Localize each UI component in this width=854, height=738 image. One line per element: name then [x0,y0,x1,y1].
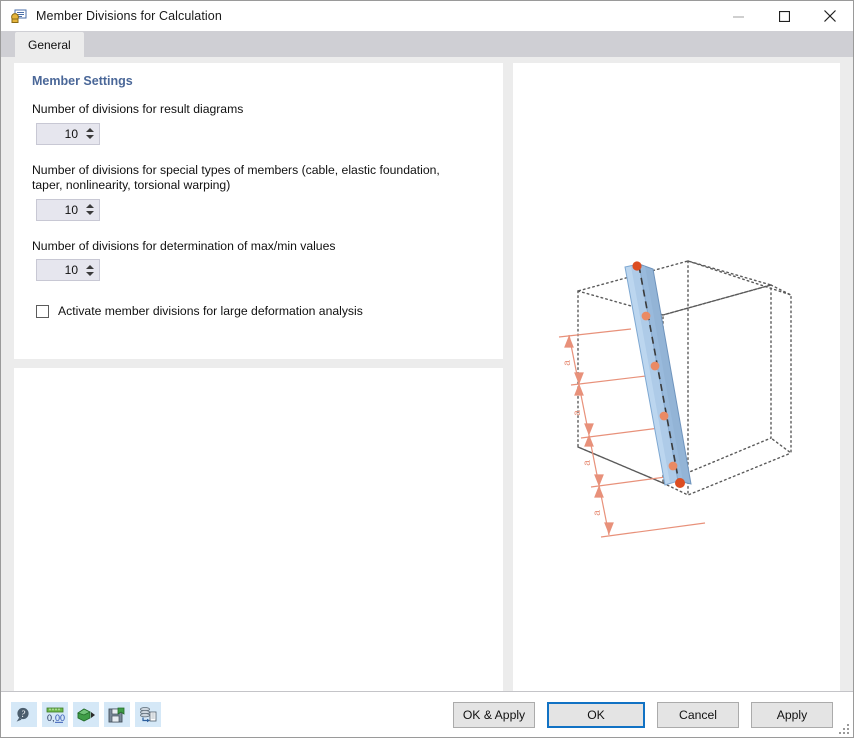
dimension-label-a-2: a [572,410,583,416]
field-result-diagrams-label: Number of divisions for result diagrams [32,102,244,116]
divisions-maxmin-value[interactable]: 10 [37,260,84,280]
resize-grip-icon[interactable] [839,724,850,735]
decimal-places-icon[interactable]: 0, 00 [42,702,68,727]
tab-general-label: General [28,37,71,52]
cancel-button[interactable]: Cancel [657,701,739,728]
field-maxmin-values-label: Number of divisions for determination of… [32,238,336,253]
stepper-up-icon[interactable] [86,264,94,269]
comment-panel [14,368,503,691]
dimension-label-a-3: a [582,460,593,466]
stepper-down-icon[interactable] [86,211,94,215]
member-divisions-icon [11,8,27,24]
stepper-arrows [84,260,99,280]
field-special-members-label: Number of divisions for special types of… [32,162,440,193]
dimension-label-a-4: a [592,510,603,516]
tab-strip: General [1,31,853,57]
member-divisions-3d-preview: a a a a [558,260,792,538]
large-deformation-checkbox-label: Activate member divisions for large defo… [58,304,363,318]
dimension-label-a-1: a [562,360,573,366]
stepper-up-icon[interactable] [86,204,94,208]
footer-action-buttons: OK & Apply OK Cancel Apply [453,701,843,728]
divisions-result-diagrams-stepper[interactable]: 10 [36,122,100,145]
field-special-members: Number of divisions for special types of… [30,163,487,221]
preview-panel: a a a a [513,63,840,691]
import-settings-icon[interactable] [73,702,99,727]
stepper-arrows [84,200,99,220]
close-button[interactable] [807,1,853,31]
database-export-icon[interactable] [135,702,161,727]
large-deformation-checkbox[interactable] [36,304,49,318]
title-bar: Member Divisions for Calculation [1,1,853,31]
help-magnifier-icon[interactable]: ? [11,702,37,727]
svg-text:00: 00 [55,713,65,723]
member-body [624,263,692,486]
divisions-special-members-stepper[interactable]: 10 [36,198,100,221]
left-column: Member Settings Number of divisions for … [14,63,503,691]
apply-button[interactable]: Apply [751,701,833,728]
field-result-diagrams: Number of divisions for result diagrams … [30,102,487,145]
group-title: Member Settings [32,74,133,88]
ok-and-apply-button[interactable]: OK & Apply [453,701,535,728]
tab-general[interactable]: General [15,32,84,57]
footer-tool-icons: ? 0, 00 [11,702,161,727]
minimize-button[interactable] [715,1,761,31]
svg-text:0,: 0, [47,713,55,723]
dialog-window: Member Divisions for Calculation General [0,0,854,738]
stepper-down-icon[interactable] [86,271,94,276]
stepper-up-icon[interactable] [86,128,94,132]
dialog-content: Member Settings Number of divisions for … [1,57,853,691]
divisions-special-members-value[interactable]: 10 [37,200,84,220]
dialog-footer: ? 0, 00 OK & Apply OK Cancel Apply [1,691,853,737]
field-maxmin-values: Number of divisions for determination of… [30,238,487,281]
svg-text:?: ? [21,709,26,719]
stepper-down-icon[interactable] [86,135,94,139]
divisions-maxmin-stepper[interactable]: 10 [36,259,100,281]
window-controls [715,1,853,31]
large-deformation-checkbox-row[interactable]: Activate member divisions for large defo… [36,304,487,318]
ok-button[interactable]: OK [547,701,645,728]
maximize-button[interactable] [761,1,807,31]
stepper-arrows [84,124,99,144]
save-settings-icon[interactable] [104,702,130,727]
window-title: Member Divisions for Calculation [36,9,222,23]
divisions-result-diagrams-value[interactable]: 10 [37,124,84,144]
member-settings-panel: Member Settings Number of divisions for … [14,63,503,359]
